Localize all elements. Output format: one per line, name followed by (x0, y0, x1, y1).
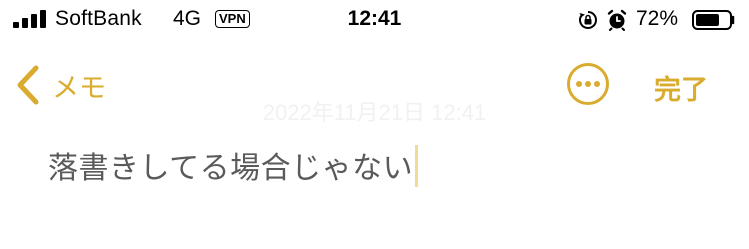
battery-percentage: 72% (636, 7, 679, 30)
note-editor[interactable]: 落書きしてる場合じゃない (48, 143, 419, 187)
battery-icon (692, 10, 735, 30)
note-text: 落書きしてる場合じゃない (48, 152, 414, 185)
text-cursor (415, 145, 419, 187)
alarm-icon (607, 9, 627, 31)
status-bar: SoftBank 4G VPN 12:41 72% (0, 0, 749, 44)
note-date: 2022年11月21日 12:41 (262, 100, 487, 125)
rotation-lock-icon (579, 11, 597, 29)
